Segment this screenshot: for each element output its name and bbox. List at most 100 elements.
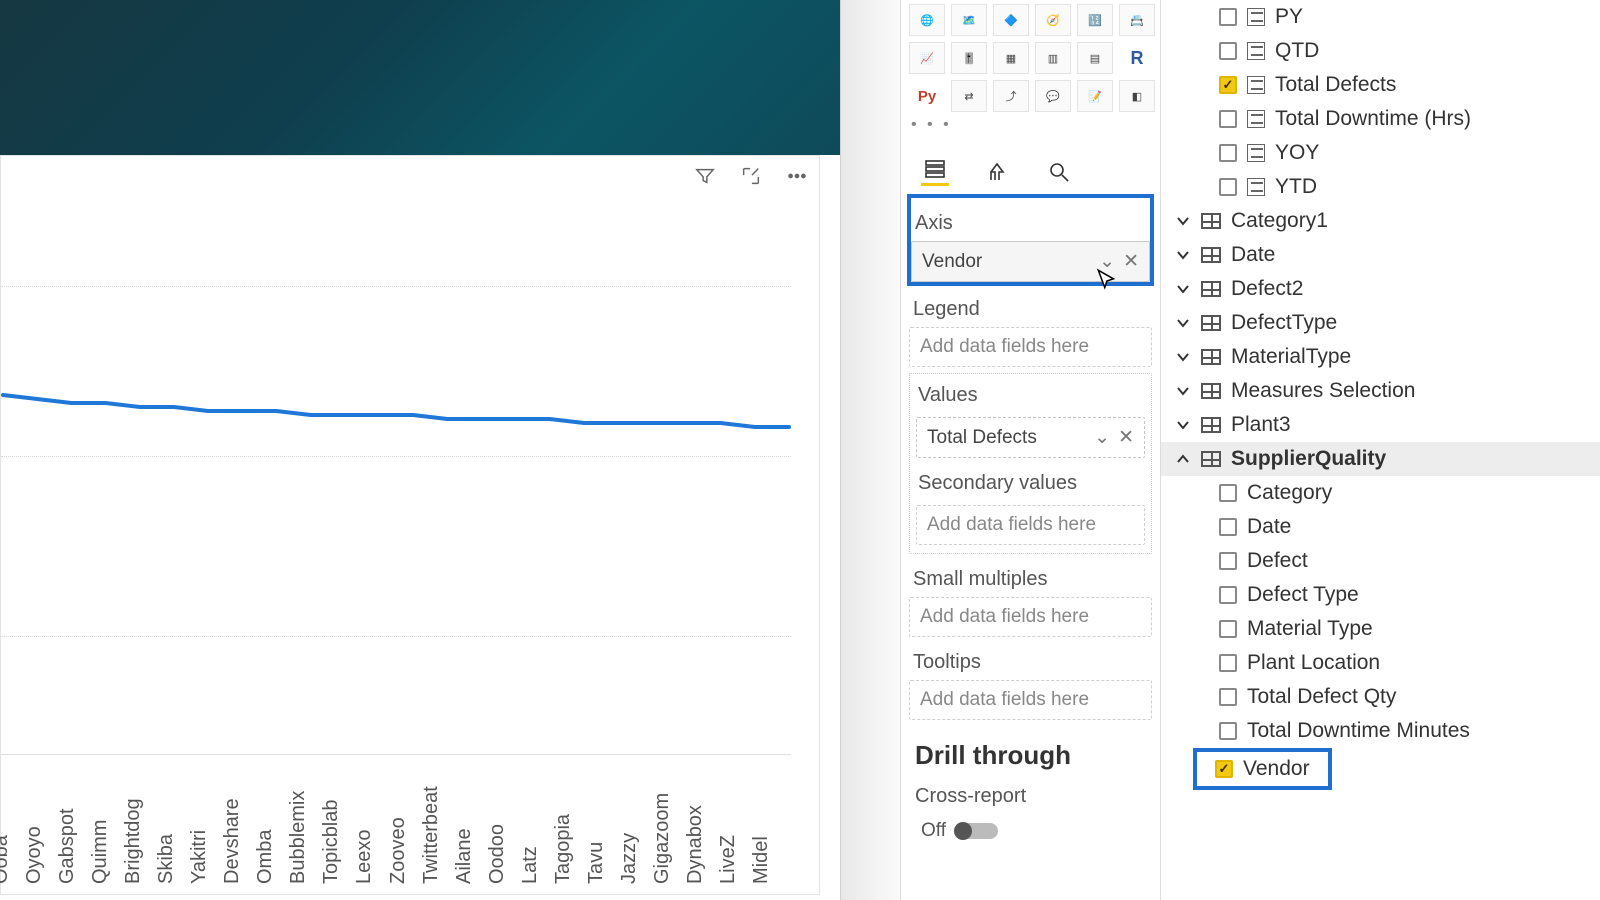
fields-tab-icon[interactable] bbox=[921, 158, 949, 186]
checkbox-icon[interactable] bbox=[1219, 518, 1237, 536]
field-label: PY bbox=[1275, 5, 1303, 29]
remove-field-icon[interactable]: ✕ bbox=[1123, 250, 1139, 273]
chevron-down-icon[interactable]: ⌄ bbox=[1099, 250, 1115, 273]
cross-report-label: Cross-report bbox=[915, 785, 1146, 808]
cross-report-toggle[interactable]: Off bbox=[921, 820, 1146, 842]
viz-keyinfluencer-icon[interactable]: ⇄ bbox=[951, 80, 987, 112]
viz-r-icon[interactable]: R bbox=[1119, 42, 1155, 74]
table-item[interactable]: Plant3 bbox=[1161, 408, 1600, 442]
tooltips-well-drop[interactable]: Add data fields here bbox=[909, 680, 1152, 720]
field-item[interactable]: Date bbox=[1161, 510, 1600, 544]
chevron-down-icon[interactable] bbox=[1175, 281, 1191, 297]
x-tick: Ooba bbox=[0, 835, 13, 884]
field-item[interactable]: Total Defect Qty bbox=[1161, 680, 1600, 714]
checkbox-icon[interactable] bbox=[1219, 76, 1237, 94]
secondary-well-drop[interactable]: Add data fields here bbox=[916, 505, 1145, 545]
field-label: Total Defect Qty bbox=[1247, 685, 1396, 709]
checkbox-icon[interactable] bbox=[1219, 620, 1237, 638]
smallmult-well-drop[interactable]: Add data fields here bbox=[909, 597, 1152, 637]
format-tab-icon[interactable] bbox=[983, 158, 1011, 186]
checkbox-icon[interactable] bbox=[1219, 552, 1237, 570]
values-well-chip[interactable]: Total Defects ⌄ ✕ bbox=[916, 417, 1145, 458]
chevron-up-icon[interactable] bbox=[1175, 451, 1191, 467]
field-item[interactable]: YTD bbox=[1161, 170, 1600, 204]
x-tick: Tagopia bbox=[552, 814, 575, 884]
checkbox-icon[interactable] bbox=[1219, 654, 1237, 672]
field-item[interactable]: Total Downtime Minutes bbox=[1161, 714, 1600, 748]
viz-paginated-icon[interactable]: ◧ bbox=[1119, 80, 1155, 112]
table-item[interactable]: Category1 bbox=[1161, 204, 1600, 238]
line-series bbox=[1, 391, 791, 431]
table-item[interactable]: MaterialType bbox=[1161, 340, 1600, 374]
field-item[interactable]: Defect Type bbox=[1161, 578, 1600, 612]
checkbox-icon[interactable] bbox=[1219, 8, 1237, 26]
viz-card-icon[interactable]: 🔢 bbox=[1077, 4, 1113, 36]
legend-well-drop[interactable]: Add data fields here bbox=[909, 327, 1152, 367]
measure-icon bbox=[1247, 178, 1265, 196]
viz-globe-icon[interactable]: 🌐 bbox=[909, 4, 945, 36]
checkbox-icon[interactable] bbox=[1219, 42, 1237, 60]
viz-pivot-icon[interactable]: ▤ bbox=[1077, 42, 1113, 74]
viz-kpi-icon[interactable]: 📈 bbox=[909, 42, 945, 74]
field-item[interactable]: Plant Location bbox=[1161, 646, 1600, 680]
viz-matrix-icon[interactable]: ▥ bbox=[1035, 42, 1071, 74]
checkbox-icon[interactable] bbox=[1219, 722, 1237, 740]
chevron-down-icon[interactable] bbox=[1175, 315, 1191, 331]
table-item[interactable]: Defect2 bbox=[1161, 272, 1600, 306]
axis-well-label: Axis bbox=[915, 212, 1146, 235]
field-item[interactable]: QTD bbox=[1161, 34, 1600, 68]
field-label: Plant Location bbox=[1247, 651, 1380, 675]
analytics-tab-icon[interactable] bbox=[1045, 158, 1073, 186]
table-item[interactable]: Measures Selection bbox=[1161, 374, 1600, 408]
chevron-down-icon[interactable] bbox=[1175, 349, 1191, 365]
viz-narrative-icon[interactable]: 📝 bbox=[1077, 80, 1113, 112]
table-label: DefectType bbox=[1231, 311, 1337, 335]
viz-gauge-icon[interactable]: 🧭 bbox=[1035, 4, 1071, 36]
field-item[interactable]: Category bbox=[1161, 476, 1600, 510]
values-well-label: Values bbox=[918, 384, 1143, 407]
checkbox-icon[interactable] bbox=[1219, 586, 1237, 604]
remove-field-icon[interactable]: ✕ bbox=[1118, 426, 1134, 449]
viz-decomp-icon[interactable]: ⤴ bbox=[993, 80, 1029, 112]
viz-qa-icon[interactable]: 💬 bbox=[1035, 80, 1071, 112]
field-item[interactable]: Total Defects bbox=[1161, 68, 1600, 102]
field-item[interactable]: Material Type bbox=[1161, 612, 1600, 646]
field-label: Total Downtime (Hrs) bbox=[1275, 107, 1471, 131]
chevron-down-icon[interactable] bbox=[1175, 213, 1191, 229]
filter-icon[interactable] bbox=[691, 162, 719, 190]
field-item[interactable]: Vendor bbox=[1201, 752, 1310, 786]
checkbox-icon[interactable] bbox=[1219, 110, 1237, 128]
x-tick: Devshare bbox=[221, 798, 244, 884]
table-item[interactable]: DefectType bbox=[1161, 306, 1600, 340]
chevron-down-icon[interactable]: ⌄ bbox=[1094, 426, 1110, 449]
checkbox-icon[interactable] bbox=[1215, 760, 1233, 778]
viz-python-icon[interactable]: Py bbox=[909, 80, 945, 112]
chevron-down-icon[interactable] bbox=[1175, 247, 1191, 263]
table-item[interactable]: Date bbox=[1161, 238, 1600, 272]
focus-mode-icon[interactable] bbox=[737, 162, 765, 190]
line-chart-visual[interactable]: OobaOyoyoGabspotQuimmBrightdogSkibaYakit… bbox=[0, 155, 820, 895]
field-item[interactable]: PY bbox=[1161, 0, 1600, 34]
checkbox-icon[interactable] bbox=[1219, 688, 1237, 706]
field-item[interactable]: Total Downtime (Hrs) bbox=[1161, 102, 1600, 136]
checkbox-icon[interactable] bbox=[1219, 144, 1237, 162]
viz-multirow-icon[interactable]: 📇 bbox=[1119, 4, 1155, 36]
measure-icon bbox=[1247, 110, 1265, 128]
viz-shape-map-icon[interactable]: 🔷 bbox=[993, 4, 1029, 36]
chevron-down-icon[interactable] bbox=[1175, 417, 1191, 433]
viz-more-icon[interactable]: • • • bbox=[909, 112, 1152, 138]
table-label: Plant3 bbox=[1231, 413, 1291, 437]
viz-slicer-icon[interactable]: 🎚️ bbox=[951, 42, 987, 74]
checkbox-icon[interactable] bbox=[1219, 484, 1237, 502]
chevron-down-icon[interactable] bbox=[1175, 383, 1191, 399]
axis-well-chip[interactable]: Vendor ⌄ ✕ bbox=[911, 241, 1150, 282]
viz-table-icon[interactable]: ▦ bbox=[993, 42, 1029, 74]
checkbox-icon[interactable] bbox=[1219, 178, 1237, 196]
field-item[interactable]: Defect bbox=[1161, 544, 1600, 578]
table-item-supplierquality[interactable]: SupplierQuality bbox=[1161, 442, 1600, 476]
field-item[interactable]: YOY bbox=[1161, 136, 1600, 170]
more-options-icon[interactable] bbox=[783, 162, 811, 190]
viz-filled-map-icon[interactable]: 🗺️ bbox=[951, 4, 987, 36]
table-icon bbox=[1201, 247, 1221, 263]
secondary-well-label: Secondary values bbox=[918, 472, 1143, 495]
